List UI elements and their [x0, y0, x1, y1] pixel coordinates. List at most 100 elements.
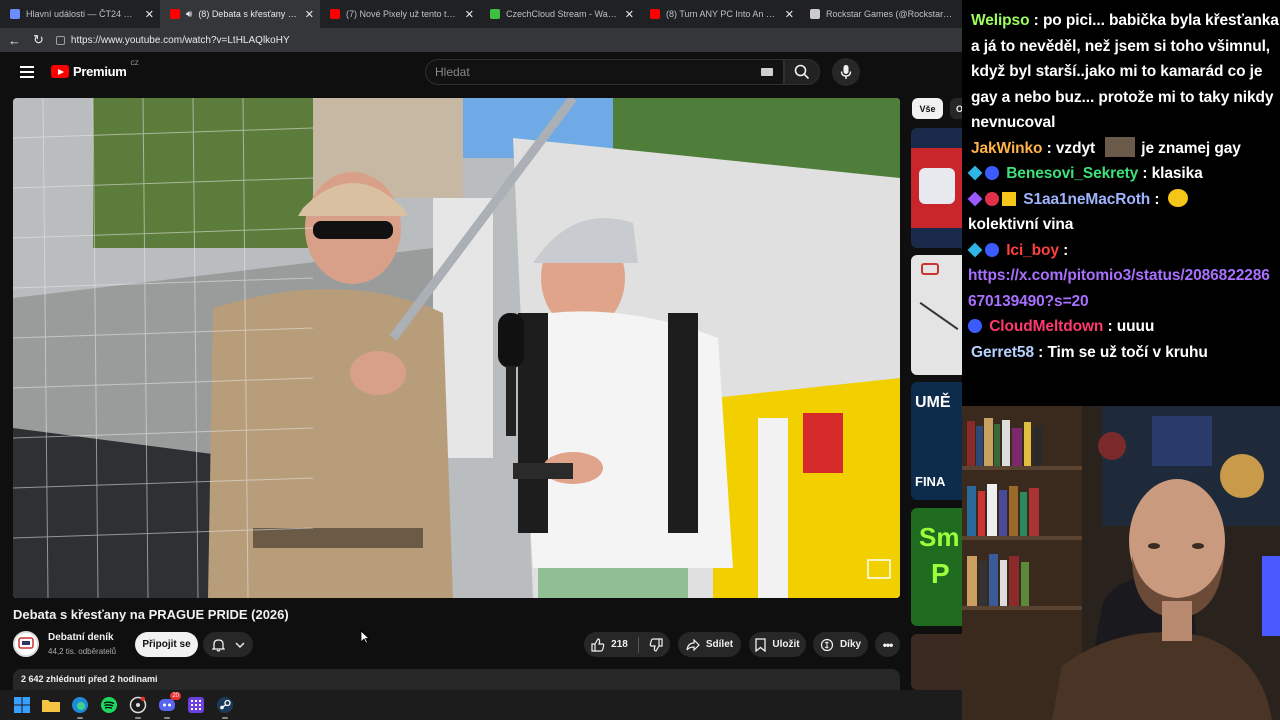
- chat-message: S1aa1neMacRoth : kolektivní vina: [967, 187, 1280, 238]
- channel-avatar[interactable]: [13, 631, 39, 657]
- chat-text: po pici... babička byla křesťanka a já t…: [971, 12, 1279, 131]
- voice-search-button[interactable]: [832, 58, 860, 86]
- notification-button[interactable]: [203, 632, 253, 657]
- description-box[interactable]: 2 642 zhlédnutí před 2 hodinami: [13, 669, 900, 690]
- browser-tab[interactable]: CzechCloud Stream - Watch Live ✕: [480, 0, 640, 28]
- bell-icon: [211, 638, 225, 652]
- webcam-feed: [962, 406, 1280, 720]
- discord-icon[interactable]: 20: [157, 692, 181, 719]
- view-count-and-date: 2 642 zhlédnutí před 2 hodinami: [21, 674, 158, 684]
- chat-text: vzdyt: [1055, 139, 1096, 157]
- chip-all[interactable]: Vše: [912, 98, 943, 119]
- chat-username: S1aa1neMacRoth: [1023, 190, 1151, 208]
- search-button[interactable]: [784, 59, 820, 85]
- tab-label: (8) Turn ANY PC Into An Xbox! H: [666, 9, 779, 19]
- gem-badge-icon: [985, 166, 999, 180]
- chat-username: Benesovi_Sekrety: [1006, 165, 1139, 182]
- search-input[interactable]: Hledat: [425, 59, 784, 85]
- close-tab-icon[interactable]: ✕: [145, 8, 154, 21]
- video-player[interactable]: [13, 98, 900, 598]
- thanks-label: Díky: [839, 639, 862, 650]
- channel-logo-icon: [921, 263, 939, 275]
- app-grid-icon[interactable]: [186, 695, 206, 715]
- windows-start-icon[interactable]: [12, 695, 32, 715]
- gem-badge-icon: [985, 242, 999, 257]
- more-actions-button[interactable]: •••: [875, 632, 900, 657]
- chat-message: Benesovi_Sekrety : klasika: [967, 161, 1280, 187]
- channel-subscribers: 44,2 tis. odběratelů: [48, 647, 117, 656]
- close-tab-icon[interactable]: ✕: [305, 8, 314, 21]
- reload-icon[interactable]: ↻: [33, 32, 44, 48]
- discord-notification-badge: 20: [170, 692, 181, 700]
- keyboard-icon[interactable]: [761, 68, 773, 76]
- video-frame: [13, 98, 900, 598]
- channel-name[interactable]: Debatní deník: [48, 632, 114, 643]
- more-dots-icon: •••: [882, 637, 894, 652]
- share-button[interactable]: Sdílet: [678, 632, 741, 657]
- back-arrow-icon[interactable]: ←: [8, 33, 21, 48]
- thumbnail-art: [919, 301, 959, 331]
- close-tab-icon[interactable]: ✕: [625, 8, 634, 21]
- screen: Hlavní události — ČT24 — Česká ✕ 🔊︎ (8) …: [0, 0, 1280, 720]
- suggested-video-thumbnail[interactable]: [911, 128, 962, 248]
- edge-icon[interactable]: [70, 695, 90, 719]
- thumbnail-text: Sm: [919, 522, 960, 552]
- close-tab-icon[interactable]: ✕: [785, 8, 794, 21]
- thanks-button[interactable]: Díky: [813, 632, 868, 657]
- browser-tab-active[interactable]: 🔊︎ (8) Debata s křesťany na PRAG ✕: [160, 0, 320, 28]
- suggested-video-thumbnail[interactable]: [911, 634, 962, 690]
- chat-text: kolektivní vina: [968, 216, 1074, 233]
- taskbar: 20: [0, 690, 962, 720]
- thumbnail-text: P: [931, 558, 950, 589]
- suggested-video-thumbnail[interactable]: [911, 255, 962, 375]
- thumbs-up-icon[interactable]: [591, 637, 605, 652]
- chat-link[interactable]: https://x.com/pitomio3/status/2086822286…: [968, 263, 1278, 314]
- chip-second[interactable]: O: [950, 98, 962, 119]
- save-button[interactable]: Uložit: [749, 632, 806, 657]
- thumbnail-text: FINA: [915, 474, 946, 489]
- youtube-premium-logo[interactable]: Premium CZ: [51, 60, 139, 79]
- subscriber-badge-icon: [967, 242, 983, 257]
- browser-tab[interactable]: Hlavní události — ČT24 — Česká ✕: [0, 0, 160, 28]
- chat-username: Ici_boy: [1006, 241, 1059, 259]
- like-count[interactable]: 218: [611, 639, 628, 650]
- url-text: https://www.youtube.com/watch?v=LtHLAQlk…: [70, 34, 290, 46]
- suggested-video-thumbnail[interactable]: UMĚ FINA: [911, 382, 962, 500]
- save-label: Uložit: [772, 639, 800, 650]
- suggested-video-thumbnail[interactable]: Sm P: [911, 508, 962, 626]
- steam-icon[interactable]: [215, 695, 235, 719]
- like-dislike-group: 218: [584, 632, 670, 657]
- join-button[interactable]: Připojit se: [135, 632, 198, 657]
- site-info-icon[interactable]: [55, 35, 65, 45]
- chat-username: Gerret58: [971, 343, 1034, 361]
- chat-separator: :: [1042, 139, 1056, 157]
- browser-tab[interactable]: (8) Turn ANY PC Into An Xbox! H ✕: [640, 0, 800, 28]
- url-field[interactable]: https://www.youtube.com/watch?v=LtHLAQlk…: [55, 30, 962, 50]
- chat-separator: :: [1103, 318, 1117, 335]
- browser-tab[interactable]: Rockstar Games (@RockstarGame: [800, 0, 962, 28]
- tab-label: (7) Nové Pixely už tento týden.. |: [346, 9, 459, 19]
- x-favicon-icon: [810, 9, 820, 19]
- obs-icon[interactable]: [128, 695, 148, 719]
- browser-window: Hlavní události — ČT24 — Česká ✕ 🔊︎ (8) …: [0, 0, 962, 690]
- chat-text: klasika: [1151, 165, 1203, 182]
- tab-label: CzechCloud Stream - Watch Live: [506, 9, 619, 19]
- browser-tab[interactable]: (7) Nové Pixely už tento týden.. | ✕: [320, 0, 480, 28]
- speaker-icon[interactable]: 🔊︎: [186, 9, 192, 20]
- chat-text: uuuu: [1116, 318, 1155, 335]
- tab-label: Hlavní události — ČT24 — Česká: [26, 9, 139, 19]
- logo-region: CZ: [130, 60, 139, 67]
- share-arrow-icon: [686, 638, 700, 651]
- close-tab-icon[interactable]: ✕: [465, 8, 474, 21]
- thumbs-down-icon[interactable]: [649, 637, 663, 652]
- emote-image-icon: [1105, 136, 1136, 157]
- video-title: Debata s křesťany na PRAGUE PRIDE (2026): [13, 607, 289, 622]
- youtube-header: Premium CZ Hledat: [0, 52, 962, 92]
- chat-message: Welipso : po pici... babička byla křesťa…: [968, 8, 1280, 136]
- file-explorer-icon[interactable]: [41, 695, 61, 715]
- search-placeholder: Hledat: [435, 65, 470, 79]
- hamburger-menu-icon[interactable]: [20, 66, 34, 78]
- gem-badge-icon: [985, 191, 999, 206]
- spotify-icon[interactable]: [99, 695, 119, 715]
- address-bar: ← ↻ https://www.youtube.com/watch?v=LtHL…: [0, 28, 962, 52]
